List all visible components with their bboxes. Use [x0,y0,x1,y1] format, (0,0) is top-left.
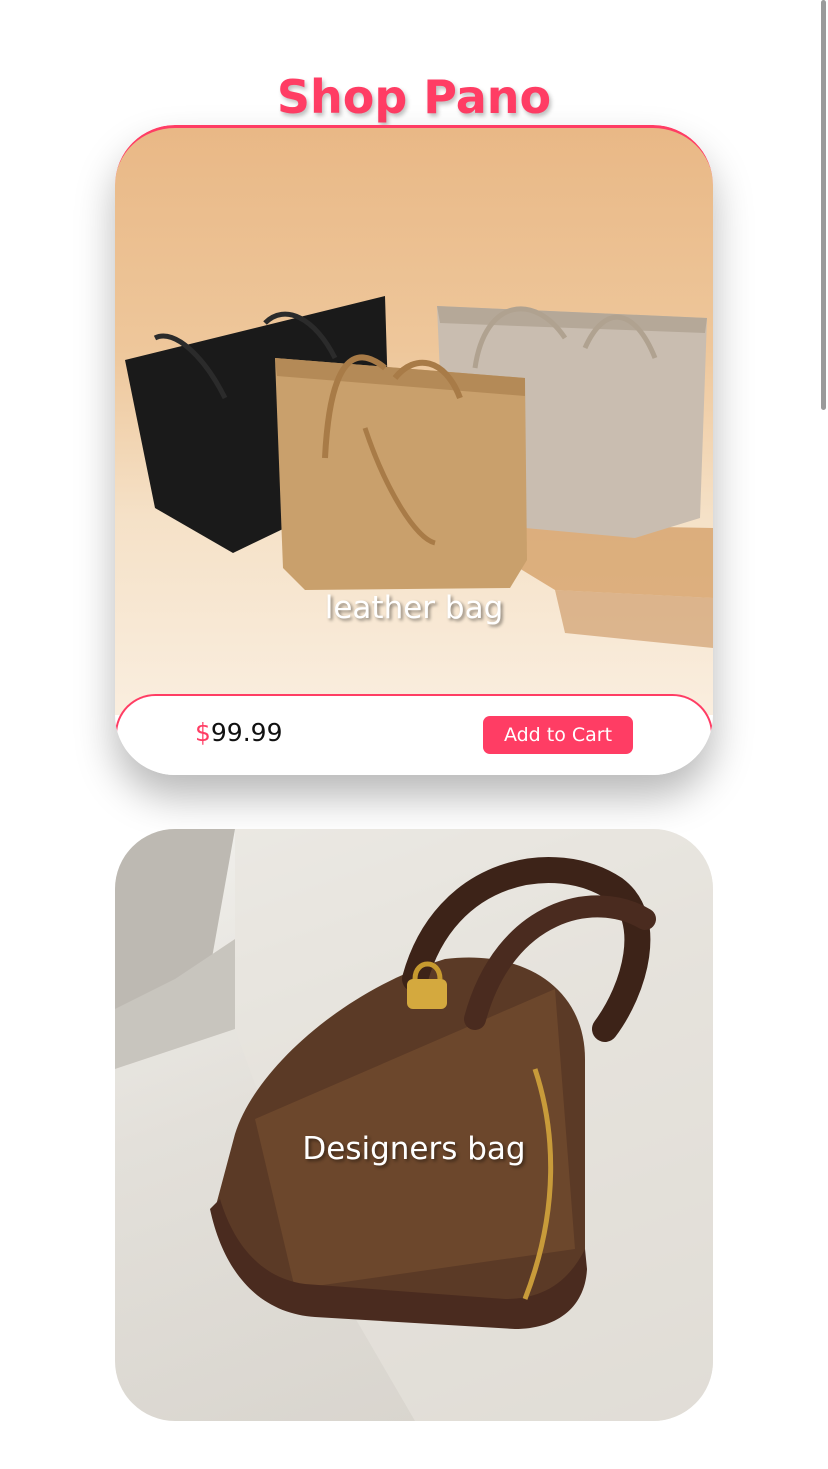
price-value: 99.99 [210,718,283,747]
product-price: $99.99 [195,718,282,747]
page-title: Shop Pano [276,69,552,124]
currency-symbol: $ [195,718,211,747]
vertical-scrollbar[interactable] [821,0,826,410]
product-card: leather bag $99.99 Add to Cart [115,125,713,775]
product-caption: Designers bag [302,1131,526,1167]
add-to-cart-button[interactable]: Add to Cart [483,716,633,754]
designer-bag-illustration [115,829,713,1421]
leather-bags-illustration [125,296,713,648]
product-footer: $99.99 Add to Cart [115,694,713,775]
product-card-designers-bag[interactable]: Designers bag [115,829,713,1421]
page: Shop Pano leather bag $99.99 Add to Cart… [0,0,828,1469]
product-image-leather-bags[interactable]: leather bag [115,125,713,715]
product-caption: leather bag [324,590,504,626]
